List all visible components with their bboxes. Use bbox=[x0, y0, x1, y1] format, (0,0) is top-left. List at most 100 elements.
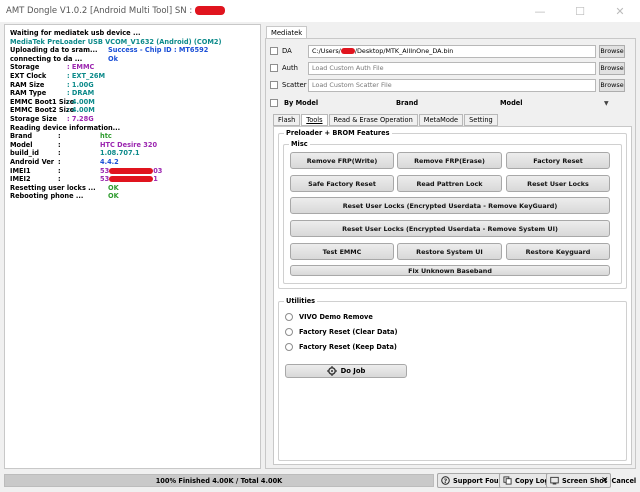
reset-user-locks-systemui-button[interactable]: Reset User Locks (Encrypted Userdata - R… bbox=[290, 220, 610, 237]
scatter-checkbox[interactable] bbox=[270, 81, 278, 89]
minimize-button[interactable]: — bbox=[520, 0, 560, 22]
log-key: EMMC Boot1 Size bbox=[10, 97, 75, 106]
brand-select[interactable]: Brand bbox=[396, 99, 500, 107]
tools-panel: Preloader + BROM Features Misc Remove FR… bbox=[273, 126, 632, 465]
mediatek-panel: DA C:/Users//Desktop/MTK_AllInOne_DA.bin… bbox=[265, 38, 636, 469]
log-line: Rebooting phone ... OK bbox=[10, 192, 255, 201]
utilities-group-label: Utilities bbox=[284, 297, 318, 305]
log-line: IMEI2: 53 1 bbox=[10, 175, 255, 184]
log-value: : EXT_26M bbox=[67, 71, 106, 80]
cancel-button[interactable]: ✕ Cancel bbox=[598, 473, 639, 488]
auth-label: Auth bbox=[282, 64, 298, 72]
log-value: : 4.00M bbox=[67, 106, 95, 115]
log-separator: : bbox=[58, 166, 61, 175]
log-value: htc bbox=[100, 132, 112, 141]
tab-mediatek[interactable]: Mediatek bbox=[266, 26, 308, 38]
factory-reset-button[interactable]: Factory Reset bbox=[506, 152, 610, 169]
log-separator bbox=[58, 81, 67, 90]
da-path-field[interactable]: C:/Users//Desktop/MTK_AllInOne_DA.bin bbox=[308, 44, 596, 58]
da-checkbox[interactable] bbox=[270, 47, 278, 55]
do-job-button[interactable]: Do Job bbox=[285, 364, 407, 378]
log-line: IMEI1: 53 03 bbox=[10, 167, 255, 176]
log-panel[interactable]: Waiting for mediatek usb device ... Media… bbox=[4, 24, 261, 469]
radio-icon[interactable] bbox=[285, 343, 293, 351]
by-model-checkbox[interactable] bbox=[270, 99, 278, 107]
log-line: RAM Type : DRAM bbox=[10, 89, 255, 98]
log-line: RAM Size: 1.00G bbox=[10, 81, 255, 90]
log-line: MediaTek PreLoader USB VCOM_V1632 (Andro… bbox=[10, 38, 255, 47]
da-browse-button[interactable]: Browse bbox=[599, 44, 625, 58]
log-key: Android Ver bbox=[10, 157, 55, 166]
log-separator bbox=[58, 115, 67, 124]
vivo-demo-remove-option[interactable]: VIVO Demo Remove bbox=[285, 312, 373, 322]
safe-factory-reset-button[interactable]: Safe Factory Reset bbox=[290, 175, 394, 192]
log-value: : EMMC bbox=[67, 63, 95, 72]
factory-reset-keep-option[interactable]: Factory Reset (Keep Data) bbox=[285, 342, 397, 352]
maximize-button[interactable]: ☐ bbox=[560, 0, 600, 22]
tab-read-erase[interactable]: Read & Erase Operation bbox=[328, 114, 418, 126]
close-icon: ✕ bbox=[601, 475, 609, 486]
fix-unknown-baseband-button[interactable]: Fix Unknown Baseband bbox=[290, 265, 610, 276]
restore-keyguard-button[interactable]: Restore Keyguard bbox=[506, 243, 610, 260]
title-bar: AMT Dongle V1.0.2 [Android Multi Tool] S… bbox=[0, 0, 640, 22]
restore-system-ui-button[interactable]: Restore System UI bbox=[397, 243, 502, 260]
log-key: IMEI2 bbox=[10, 175, 31, 184]
log-line: EXT Clock : EXT_26M bbox=[10, 72, 255, 81]
reset-user-locks-button[interactable]: Reset User Locks bbox=[506, 175, 610, 192]
log-line: Brand: htc bbox=[10, 132, 255, 141]
log-key: Model bbox=[10, 140, 33, 149]
scatter-browse-button[interactable]: Browse bbox=[599, 78, 625, 92]
factory-reset-clear-option[interactable]: Factory Reset (Clear Data) bbox=[285, 327, 398, 337]
remove-frp-write-button[interactable]: Remove FRP(Write) bbox=[290, 152, 394, 169]
log-text: Reading device information... bbox=[10, 123, 121, 132]
close-button[interactable]: ✕ bbox=[600, 0, 640, 22]
auth-row: Auth Load Custom Auth File Browse bbox=[270, 61, 632, 75]
da-label: DA bbox=[282, 47, 292, 55]
preloader-group: Preloader + BROM Features Misc Remove FR… bbox=[278, 129, 627, 289]
auth-browse-button[interactable]: Browse bbox=[599, 61, 625, 75]
log-line: Reading device information... bbox=[10, 124, 255, 133]
log-key: RAM Size bbox=[10, 80, 45, 89]
log-line: EMMC Boot1 Size: 4.00M bbox=[10, 98, 255, 107]
scatter-row: Scatter Load Custom Scatter File Browse bbox=[270, 78, 632, 92]
log-value: : DRAM bbox=[67, 89, 95, 98]
log-separator bbox=[58, 63, 67, 72]
log-separator: : bbox=[58, 140, 61, 149]
log-value: OK bbox=[108, 192, 119, 201]
read-pattern-lock-button[interactable]: Read Pattren Lock bbox=[397, 175, 502, 192]
log-value: 53 bbox=[100, 175, 110, 184]
window-title: AMT Dongle V1.0.2 [Android Multi Tool] S… bbox=[6, 6, 225, 16]
log-value: HTC Desire 320 bbox=[100, 140, 158, 149]
log-key: RAM Type bbox=[10, 89, 47, 98]
tab-metamode[interactable]: MetaMode bbox=[418, 114, 464, 126]
log-key: Storage Size bbox=[10, 114, 57, 123]
auth-file-field[interactable]: Load Custom Auth File bbox=[308, 61, 596, 75]
tab-setting[interactable]: Setting bbox=[464, 114, 498, 126]
test-emmc-button[interactable]: Test EMMC bbox=[290, 243, 394, 260]
log-key: EMMC Boot2 Size bbox=[10, 106, 75, 115]
radio-icon[interactable] bbox=[285, 328, 293, 336]
log-key: build_id bbox=[10, 149, 39, 158]
log-text: MediaTek PreLoader USB VCOM_V1632 (Andro… bbox=[10, 37, 222, 46]
auth-checkbox[interactable] bbox=[270, 64, 278, 72]
tab-flash[interactable]: Flash bbox=[273, 114, 301, 126]
reset-user-locks-keyguard-button[interactable]: Reset User Locks (Encrypted Userdata - R… bbox=[290, 197, 610, 214]
log-value-tail: 03 bbox=[153, 166, 163, 175]
remove-frp-erase-button[interactable]: Remove FRP(Erase) bbox=[397, 152, 502, 169]
redacted-imei bbox=[109, 167, 154, 174]
chevron-down-icon[interactable]: ▼ bbox=[604, 100, 609, 107]
log-separator: : bbox=[58, 175, 61, 184]
scatter-file-field[interactable]: Load Custom Scatter File bbox=[308, 78, 596, 92]
log-separator: : bbox=[58, 132, 61, 141]
log-key: EXT Clock bbox=[10, 71, 47, 80]
log-value: OK bbox=[108, 183, 119, 192]
log-separator bbox=[58, 98, 67, 107]
log-line: connecting to da ... Ok bbox=[10, 55, 255, 64]
radio-icon[interactable] bbox=[285, 313, 293, 321]
redacted-username bbox=[340, 47, 355, 54]
log-key: Rebooting phone ... bbox=[10, 192, 84, 201]
tab-tools[interactable]: Tools bbox=[301, 114, 328, 126]
model-select[interactable]: Model bbox=[500, 99, 604, 107]
log-separator: : bbox=[58, 149, 61, 158]
log-value: 53 bbox=[100, 166, 110, 175]
